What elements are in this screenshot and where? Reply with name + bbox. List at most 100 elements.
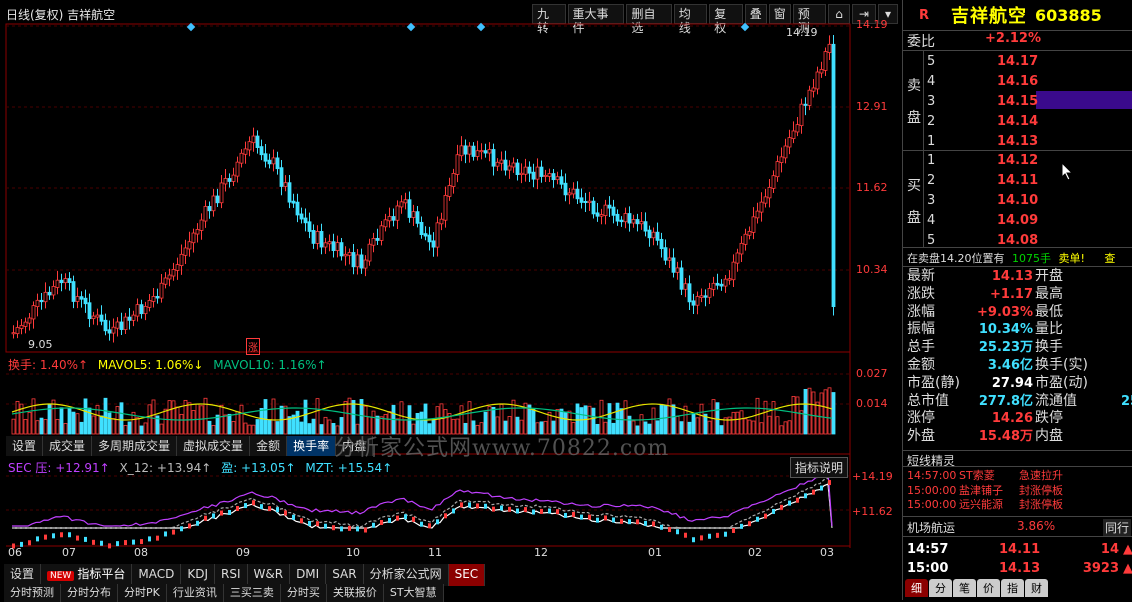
volume-bar	[775, 416, 780, 435]
chart-canvas	[5, 22, 851, 549]
candle-body	[807, 89, 812, 106]
tab-minute[interactable]: 分	[929, 579, 952, 597]
tab-virtual-volume[interactable]: 虚拟成交量	[177, 436, 251, 456]
tab-indicator-platform[interactable]: NEW 指标平台	[41, 564, 133, 586]
tab-multi-volume[interactable]: 多周期成交量	[92, 436, 178, 456]
volume-bar	[259, 408, 264, 435]
candle-body	[315, 231, 320, 244]
tab-volume[interactable]: 成交量	[43, 436, 93, 456]
tab-fn[interactable]: 分时预测	[4, 584, 61, 602]
tab-sar[interactable]: SAR	[326, 564, 364, 586]
elf-item[interactable]: 15:00:00 远兴能源 封涨停板	[907, 498, 1063, 513]
stat-row: 外盘 15.48万 内盘	[903, 428, 1132, 446]
sec-mini-candle	[356, 526, 359, 532]
sell-book: 卖 盘 5 14.17 4 14.16 3 14.15 2 14.14 1 14.13	[903, 51, 1132, 151]
candle-body	[263, 153, 268, 162]
elf-item[interactable]: 15:00:00 盐津铺子 封涨停板	[907, 484, 1063, 499]
stock-name: 吉祥航空	[951, 6, 1028, 27]
tab-detail[interactable]: 细	[905, 579, 928, 597]
tab-sec[interactable]: SEC	[448, 564, 486, 586]
sec-mini-candle	[732, 527, 735, 533]
sec-pressure-line	[12, 471, 833, 527]
tab-macd[interactable]: MACD	[132, 564, 182, 586]
tab-finance[interactable]: 财	[1025, 579, 1048, 597]
sell-level[interactable]: 1 14.13	[927, 132, 1038, 152]
tab-price[interactable]: 价	[977, 579, 1000, 597]
peer-button[interactable]: 同行	[1103, 519, 1132, 536]
candle-body	[439, 218, 444, 225]
candle-body	[87, 302, 92, 320]
indicator-help-button[interactable]: 指标说明	[790, 457, 849, 478]
tab-fn[interactable]: 分时PK	[118, 584, 167, 602]
tab-fn[interactable]: 行业资讯	[166, 584, 224, 602]
candle-body	[611, 206, 616, 216]
sec-mini-candle	[812, 489, 815, 495]
buy-level[interactable]: 4 14.09	[927, 211, 1038, 231]
volume-bar	[139, 425, 144, 435]
tab-amount[interactable]: 金额	[250, 436, 288, 456]
sell-level[interactable]: 2 14.14	[927, 112, 1038, 132]
stat-row: 总市值 277.8亿 流通值	[903, 393, 1132, 411]
tab-wr[interactable]: W&R	[247, 564, 291, 586]
buy-level[interactable]: 2 14.11	[927, 171, 1038, 191]
candle-body	[811, 87, 816, 92]
tab-settings[interactable]: 设置	[6, 436, 44, 456]
tab-label: 指标平台	[77, 567, 126, 581]
volume-bar	[91, 415, 96, 435]
tab-trade[interactable]: 笔	[953, 579, 976, 597]
stat-label-right: 最高	[1035, 285, 1063, 302]
volume-bar	[151, 399, 156, 435]
tab-kdj[interactable]: KDJ	[181, 564, 215, 586]
candle-body	[535, 166, 540, 180]
tab-fn[interactable]: 分时分布	[61, 584, 118, 602]
tab-rsi[interactable]: RSI	[215, 564, 248, 586]
sec-mini-candle	[540, 508, 543, 514]
sec-mini-candle	[252, 500, 255, 506]
tab-fn[interactable]: 关联报价	[326, 584, 384, 602]
tab-fenxijia[interactable]: 分析家公式网	[363, 564, 449, 586]
candle-body	[307, 221, 312, 232]
candle-body	[391, 216, 396, 221]
divider	[903, 536, 1132, 537]
quote-panel: R 吉祥航空 603885 委比 +2.12% 卖 盘 5 14.17 4 14.1…	[902, 0, 1132, 600]
tab-ind-settings[interactable]: 设置	[4, 564, 42, 586]
tab-fn[interactable]: ST大智慧	[383, 584, 444, 602]
order-notice[interactable]: 在卖盘14.20位置有 1075手 卖单! 查	[907, 250, 1115, 266]
candle-body	[147, 300, 152, 308]
buy-level[interactable]: 3 14.10	[927, 191, 1038, 211]
sec-mini-candle	[476, 503, 479, 509]
volume-bar	[755, 397, 760, 435]
buy-level[interactable]: 5 14.08	[927, 231, 1038, 251]
sell-level[interactable]: 5 14.17	[927, 52, 1038, 72]
candle-body	[791, 130, 796, 140]
level-price: 14.15	[997, 94, 1039, 109]
tab-dmi[interactable]: DMI	[290, 564, 327, 586]
candle-body	[127, 316, 132, 321]
candle-body	[91, 315, 96, 320]
candle-body	[339, 242, 344, 257]
candle-body	[139, 304, 144, 315]
sector-row[interactable]: 机场航运 3.86% 同行	[907, 519, 1132, 536]
candle-body	[367, 243, 372, 262]
month-label: 02	[748, 546, 762, 559]
tab-fn[interactable]: 分时买	[280, 584, 327, 602]
volume-bar	[811, 391, 816, 435]
tick-volume: 3923	[1082, 561, 1119, 576]
sec-mini-candle	[500, 505, 503, 511]
volume-bar	[275, 421, 280, 435]
buy-level[interactable]: 1 14.12	[927, 151, 1038, 171]
stat-value: 10.34%	[978, 322, 1033, 338]
sell-level[interactable]: 3 14.15	[927, 92, 1038, 112]
tab-turnover[interactable]: 换手率	[287, 436, 337, 456]
candle-body	[495, 161, 500, 167]
month-label: 12	[534, 546, 548, 559]
candle-body	[803, 103, 808, 106]
candle-body	[443, 194, 448, 221]
tab-fn[interactable]: 三买三卖	[223, 584, 281, 602]
tab-index[interactable]: 指	[1001, 579, 1024, 597]
notice-query[interactable]: 查	[1104, 252, 1115, 265]
sell-level[interactable]: 4 14.16	[927, 72, 1038, 92]
elf-item[interactable]: 14:57:00 ST索菱 急速拉升	[907, 469, 1063, 484]
stat-row: 金额 3.46亿 换手(实)	[903, 357, 1132, 375]
sec-mini-candle	[516, 508, 519, 514]
